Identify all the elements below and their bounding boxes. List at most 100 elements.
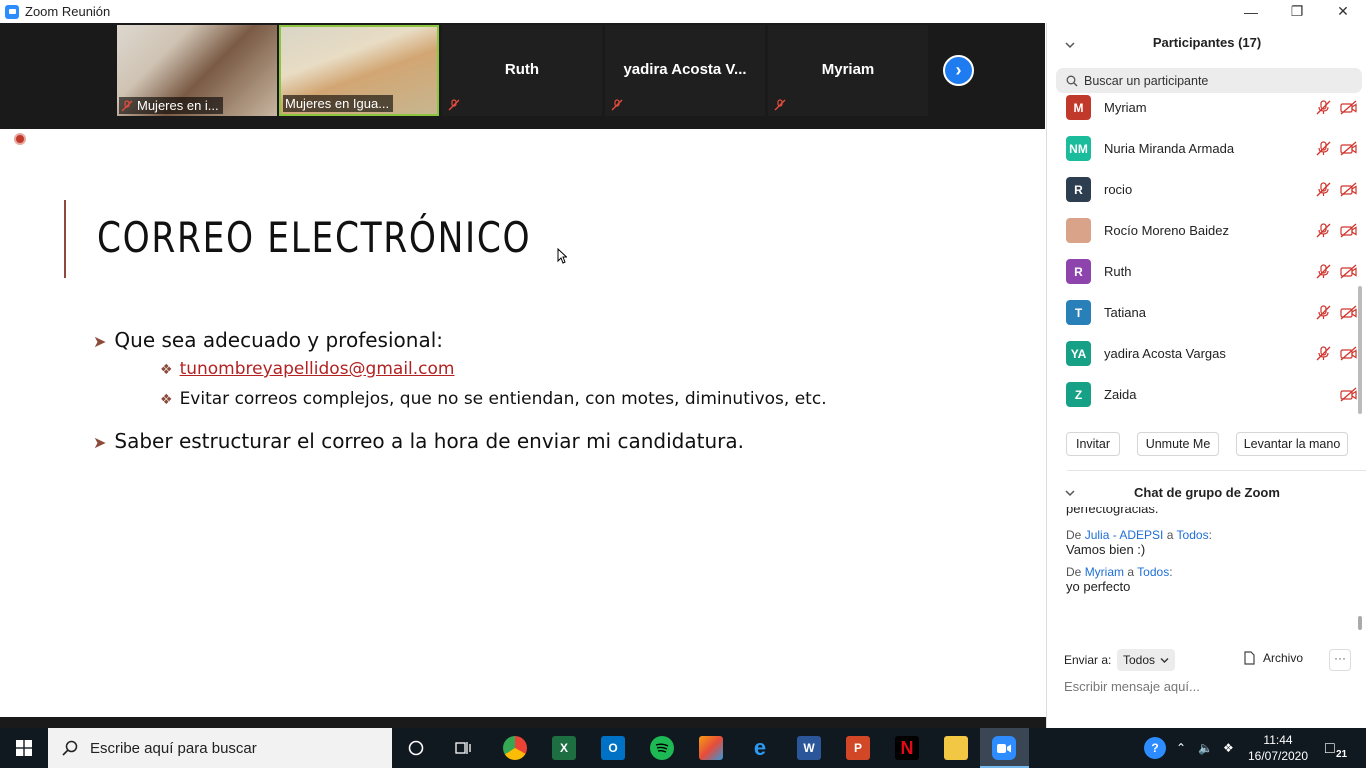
slide-title-accent xyxy=(64,200,66,278)
chat-recipient[interactable]: Todos xyxy=(1177,528,1209,542)
file-icon xyxy=(1244,651,1255,665)
next-page-button[interactable]: › xyxy=(943,55,974,86)
notification-count: 21 xyxy=(1336,749,1348,760)
taskbar-clock[interactable]: 11:44 16/07/2020 xyxy=(1247,732,1309,764)
mic-muted-icon xyxy=(1316,141,1331,156)
participant-name: Rocío Moreno Baidez xyxy=(1104,223,1230,238)
chat-message-meta: De Myriam a Todos: xyxy=(1066,565,1173,579)
slide-bullet: ➤ Saber estructurar el correo a la hora d… xyxy=(93,429,744,453)
raise-hand-button[interactable]: Levantar la mano xyxy=(1236,432,1348,456)
participant-row[interactable]: Z Zaida xyxy=(1047,374,1357,415)
chat-message-input[interactable]: Escribir mensaje aquí... xyxy=(1064,679,1200,694)
paint-icon[interactable] xyxy=(699,736,723,760)
participant-row[interactable]: Rrocio xyxy=(1047,169,1357,210)
chevron-down-icon xyxy=(1160,657,1169,663)
chat-header: Chat de grupo de Zoom xyxy=(1134,485,1280,500)
chat-message-text: Vamos bien :) xyxy=(1066,542,1146,557)
mic-muted-icon xyxy=(1316,305,1331,320)
video-tile[interactable]: Mujeres en i... xyxy=(117,25,277,116)
zoom-taskbar-button[interactable] xyxy=(980,728,1029,768)
video-off-icon xyxy=(1340,141,1357,156)
mouse-cursor-icon xyxy=(557,248,567,264)
file-button[interactable]: Archivo xyxy=(1244,651,1303,665)
chat-message-text: yo perfecto xyxy=(1066,579,1131,594)
window-title: Zoom Reunión xyxy=(25,4,111,19)
powerpoint-icon[interactable]: P xyxy=(846,736,870,760)
participant-row[interactable]: NM Nuria Miranda Armada xyxy=(1047,128,1357,169)
close-button[interactable]: ✕ xyxy=(1320,0,1366,23)
file-explorer-icon[interactable] xyxy=(944,736,968,760)
chat-sender[interactable]: Myriam xyxy=(1085,565,1124,579)
participant-name: Myriam xyxy=(1104,100,1147,115)
chat-message-meta: De Julia - ADEPSI a Todos: xyxy=(1066,528,1212,542)
video-off-icon xyxy=(1340,182,1357,197)
participant-tile[interactable]: Myriam xyxy=(768,25,928,116)
spotify-icon[interactable] xyxy=(650,736,674,760)
zoom-app-icon xyxy=(5,4,19,19)
avatar: M xyxy=(1066,95,1091,120)
video-off-icon xyxy=(1340,305,1357,320)
help-icon[interactable]: ? xyxy=(1144,737,1166,759)
participant-row[interactable]: Rocío Moreno Baidez xyxy=(1047,210,1357,251)
participant-name: rocio xyxy=(1104,182,1133,197)
participant-name: Tatiana xyxy=(1104,305,1146,320)
video-off-icon xyxy=(1340,100,1357,115)
video-strip: Mujeres en i... Mujeres en Igua... Ruth … xyxy=(0,23,1045,129)
mic-muted-icon xyxy=(1316,264,1331,279)
slide-sub-bullet: ❖ tunombreyapellidos@gmail.com xyxy=(160,359,454,379)
participant-row[interactable]: T Tatiana xyxy=(1047,292,1357,333)
minimize-button[interactable]: — xyxy=(1228,0,1274,23)
chat-recipient[interactable]: Todos xyxy=(1137,565,1169,579)
participant-name: Ruth xyxy=(1104,264,1132,279)
participant-tile-name: Myriam xyxy=(821,61,875,78)
participant-tile[interactable]: Ruth xyxy=(442,25,602,116)
invite-button[interactable]: Invitar xyxy=(1066,432,1120,456)
window-titlebar: Zoom Reunión — ❐ ✕ xyxy=(0,0,1366,23)
participant-row[interactable]: M Myriam xyxy=(1047,87,1357,128)
side-panel: Participantes (17) Buscar un participant… xyxy=(1046,23,1366,728)
outlook-icon[interactable]: O xyxy=(601,736,625,760)
restore-button[interactable]: ❐ xyxy=(1274,0,1320,23)
netflix-icon[interactable]: N xyxy=(895,736,919,760)
cortana-icon[interactable] xyxy=(404,736,428,760)
video-off-icon xyxy=(1340,264,1357,279)
windows-taskbar: Escribe aquí para buscar X O e W P N ? ⌃… xyxy=(0,728,1366,768)
send-to-dropdown[interactable]: Todos xyxy=(1117,649,1176,671)
participant-row[interactable]: YA yadira Acosta Vargas xyxy=(1047,333,1357,374)
avatar: YA xyxy=(1066,341,1091,366)
email-link[interactable]: tunombreyapellidos@gmail.com xyxy=(180,359,455,379)
video-tile-active-speaker[interactable]: Mujeres en Igua... xyxy=(279,25,439,116)
word-icon[interactable]: W xyxy=(797,736,821,760)
arrow-bullet-icon: ➤ xyxy=(93,433,107,452)
mic-muted-icon xyxy=(611,98,623,111)
more-options-button[interactable]: ··· xyxy=(1329,649,1351,671)
task-view-icon[interactable] xyxy=(452,736,476,760)
dropbox-icon[interactable]: ❖ xyxy=(1223,741,1234,755)
video-tile-label: Mujeres en i... xyxy=(137,98,219,113)
video-off-icon xyxy=(1340,346,1357,361)
participant-tile[interactable]: yadira Acosta V... xyxy=(605,25,765,116)
edge-icon[interactable]: e xyxy=(748,735,772,760)
participants-header: Participantes (17) xyxy=(1152,35,1262,50)
participant-tile-name: yadira Acosta V... xyxy=(623,61,747,78)
avatar: R xyxy=(1066,177,1091,202)
video-off-icon xyxy=(1340,387,1357,402)
chrome-icon[interactable] xyxy=(503,736,527,760)
excel-icon[interactable]: X xyxy=(552,736,576,760)
participant-name: Zaida xyxy=(1104,387,1137,402)
chat-scrollbar[interactable] xyxy=(1358,616,1362,630)
taskbar-search-input[interactable]: Escribe aquí para buscar xyxy=(48,728,392,768)
start-button[interactable] xyxy=(0,728,48,768)
chevron-up-icon[interactable]: ⌃ xyxy=(1176,741,1186,755)
participant-list-scrollbar[interactable] xyxy=(1358,286,1362,414)
unmute-me-button[interactable]: Unmute Me xyxy=(1137,432,1219,456)
meeting-bottom-bar xyxy=(0,717,1046,728)
send-to-row: Enviar a: Todos Archivo ··· xyxy=(1064,649,1364,671)
search-icon xyxy=(1066,75,1078,86)
participant-row[interactable]: R Ruth xyxy=(1047,251,1357,292)
volume-icon[interactable]: 🔈 xyxy=(1198,741,1213,755)
notifications-icon[interactable]: □ xyxy=(1325,740,1335,758)
chat-sender[interactable]: Julia - ADEPSI xyxy=(1085,528,1164,542)
avatar xyxy=(1066,218,1091,243)
arrow-bullet-icon: ➤ xyxy=(93,332,107,351)
